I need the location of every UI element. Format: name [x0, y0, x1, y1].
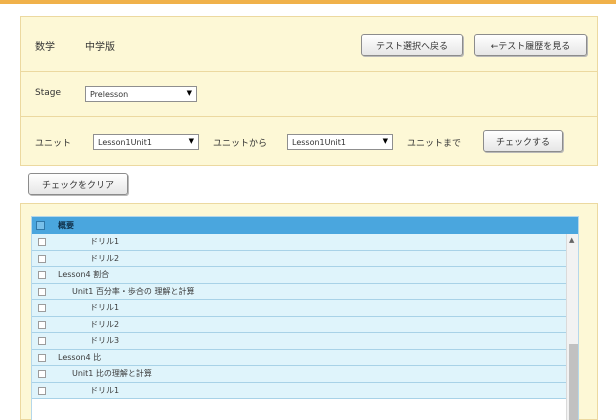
- unit-to-value: Lesson1Unit1: [292, 137, 347, 147]
- row-checkbox[interactable]: [38, 238, 46, 246]
- table-row[interactable]: ドリル2: [32, 250, 566, 267]
- view-test-history-button[interactable]: ←テスト履歴を見る: [474, 34, 587, 56]
- chevron-down-icon: ▼: [188, 137, 194, 145]
- table-row[interactable]: Unit1 百分率・歩合の 理解と計算: [32, 283, 566, 300]
- row-checkbox[interactable]: [38, 304, 46, 312]
- row-checkbox[interactable]: [38, 337, 46, 345]
- drill-grid: 概要 ドリル1 ドリル2 Lesson4 割合 Unit1 百分率・歩合の 理解と計算…: [31, 216, 579, 420]
- table-row[interactable]: ドリル2: [32, 316, 566, 333]
- row-label: ドリル1: [90, 385, 120, 395]
- chevron-down-icon: ▼: [382, 137, 388, 145]
- select-all-checkbox[interactable]: [36, 221, 45, 230]
- grade-label: 中学版: [85, 42, 115, 53]
- stage-select-value: Prelesson: [90, 89, 129, 99]
- grid-header-label: 概要: [58, 221, 74, 230]
- unit-panel: ユニット Lesson1Unit1 ▼ ユニットから Lesson1Unit1 …: [20, 116, 598, 166]
- list-panel: 概要 ドリル1 ドリル2 Lesson4 割合 Unit1 百分率・歩合の 理解と計算…: [20, 203, 598, 420]
- row-label: ドリル1: [90, 303, 120, 312]
- unit-from-value: Lesson1Unit1: [98, 137, 153, 147]
- unit-label: ユニット: [35, 139, 72, 149]
- vertical-scrollbar[interactable]: ▲: [566, 234, 578, 420]
- chevron-down-icon: ▼: [186, 89, 192, 97]
- row-checkbox[interactable]: [38, 386, 46, 395]
- table-row[interactable]: ドリル1: [32, 234, 566, 251]
- row-checkbox[interactable]: [38, 254, 46, 263]
- row-label: ドリル1: [90, 237, 120, 246]
- subject-title: 数学: [35, 42, 55, 53]
- row-label: Lesson4 割合: [58, 270, 110, 279]
- row-checkbox[interactable]: [38, 287, 46, 296]
- scrollbar-thumb[interactable]: [569, 344, 578, 420]
- table-row[interactable]: ドリル3: [32, 333, 566, 350]
- grid-rows: ドリル1 ドリル2 Lesson4 割合 Unit1 百分率・歩合の 理解と計算 ドリル…: [32, 234, 566, 399]
- table-row[interactable]: ドリル1: [32, 382, 566, 399]
- back-to-test-select-button[interactable]: テスト選択へ戻る: [361, 34, 463, 56]
- row-checkbox[interactable]: [38, 271, 46, 279]
- clear-check-button[interactable]: チェックをクリア: [28, 173, 128, 195]
- table-row[interactable]: Unit1 比の理解と計算: [32, 366, 566, 383]
- row-label: ドリル2: [90, 319, 120, 329]
- table-row[interactable]: Lesson4 割合: [32, 267, 566, 284]
- unit-from-select[interactable]: Lesson1Unit1 ▼: [93, 134, 199, 150]
- top-accent-bar: [0, 0, 616, 4]
- table-row[interactable]: ドリル1: [32, 300, 566, 317]
- scroll-up-icon[interactable]: ▲: [569, 236, 574, 244]
- row-checkbox[interactable]: [38, 370, 46, 378]
- grid-header: 概要: [32, 217, 578, 234]
- check-button[interactable]: チェックする: [483, 130, 563, 152]
- stage-label: Stage: [35, 88, 62, 98]
- unit-to-select[interactable]: Lesson1Unit1 ▼: [287, 134, 393, 150]
- row-checkbox[interactable]: [38, 320, 46, 329]
- row-label: ドリル2: [90, 253, 120, 263]
- row-label: Unit1 比の理解と計算: [72, 369, 152, 378]
- unit-from-suffix: ユニットから: [213, 139, 268, 149]
- stage-select[interactable]: Prelesson ▼: [85, 86, 197, 102]
- row-checkbox[interactable]: [38, 353, 46, 362]
- row-label: Lesson4 比: [58, 352, 102, 362]
- stage-panel: Stage Prelesson ▼: [20, 71, 598, 117]
- table-row[interactable]: Lesson4 比: [32, 349, 566, 366]
- header-panel: 数学 中学版 テスト選択へ戻る ←テスト履歴を見る: [20, 16, 598, 72]
- row-label: Unit1 百分率・歩合の 理解と計算: [72, 286, 195, 296]
- row-label: ドリル3: [90, 336, 120, 345]
- unit-to-suffix: ユニットまで: [407, 139, 462, 149]
